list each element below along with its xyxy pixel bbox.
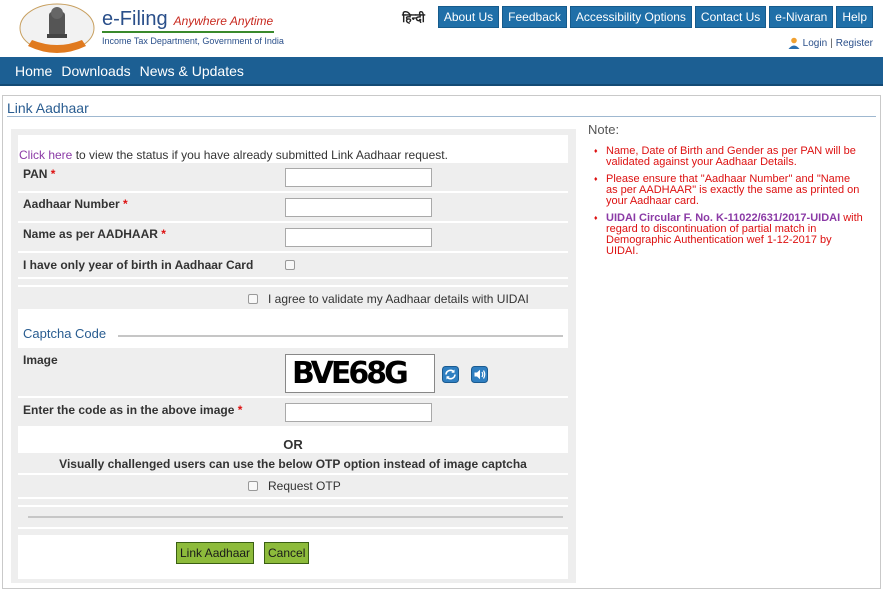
otp-info-text: Visually challenged users can use the be… — [59, 457, 527, 471]
captcha-heading: Captcha Code — [23, 326, 107, 341]
captcha-code-input[interactable] — [285, 403, 432, 422]
agree-checkbox[interactable] — [248, 294, 258, 304]
feedback-link[interactable]: Feedback — [502, 6, 567, 28]
spacer-row-3 — [18, 529, 568, 537]
nav-home[interactable]: Home — [15, 63, 52, 79]
top-navigation: हिन्दी About Us Feedback Accessibility O… — [402, 6, 873, 28]
note-item: Please ensure that "Aadhaar Number" and … — [593, 174, 863, 207]
login-bar: Login | Register — [788, 37, 873, 49]
login-link[interactable]: Login — [803, 38, 827, 49]
link-aadhaar-button[interactable]: Link Aadhaar — [176, 542, 255, 564]
page-content: Link Aadhaar Click here to view the stat… — [2, 95, 881, 589]
accessibility-options-link[interactable]: Accessibility Options — [569, 6, 692, 28]
captcha-image-row: Image BVE68G — [18, 348, 568, 398]
year-of-birth-label: I have only year of birth in Aadhaar Car… — [23, 258, 254, 272]
aadhaar-number-label: Aadhaar Number * — [23, 197, 128, 211]
nav-news-updates[interactable]: News & Updates — [140, 63, 244, 79]
speaker-icon[interactable] — [471, 366, 488, 383]
link-aadhaar-form: Click here to view the status if you hav… — [11, 129, 576, 583]
captcha-image-label: Image — [23, 353, 58, 367]
agree-label: I agree to validate my Aadhaar details w… — [268, 292, 529, 306]
register-link[interactable]: Register — [836, 38, 873, 49]
aadhaar-number-input[interactable] — [285, 198, 432, 217]
request-otp-checkbox[interactable] — [248, 481, 258, 491]
main-navigation: Home Downloads News & Updates — [0, 57, 883, 86]
login-separator: | — [830, 37, 833, 49]
refresh-icon[interactable] — [442, 366, 459, 383]
brand-tagline: Anywhere Anytime — [173, 14, 274, 28]
site-header: e-Filing Anywhere Anytime Income Tax Depa… — [0, 0, 883, 57]
brand-underline — [102, 31, 274, 33]
otp-info-row: Visually challenged users can use the be… — [18, 453, 568, 475]
notes-list: Name, Date of Birth and Gender as per PA… — [593, 146, 863, 263]
brand-subtitle: Income Tax Department, Government of Ind… — [102, 36, 284, 46]
year-of-birth-checkbox[interactable] — [285, 260, 295, 270]
pan-row: PAN * — [18, 163, 568, 193]
national-emblem-icon[interactable] — [18, 2, 96, 54]
note-item: Name, Date of Birth and Gender as per PA… — [593, 146, 863, 168]
status-text: to view the status if you have already s… — [72, 148, 448, 162]
pan-label: PAN * — [23, 167, 56, 181]
form-divider — [28, 516, 563, 518]
name-label: Name as per AADHAAR * — [23, 227, 166, 241]
rule-row — [18, 507, 568, 529]
hindi-language-link[interactable]: हिन्दी — [402, 9, 425, 26]
captcha-code-label: Enter the code as in the above image * — [23, 403, 243, 417]
form-body: Click here to view the status if you hav… — [18, 135, 568, 579]
or-separator: OR — [283, 437, 303, 452]
status-click-here-link[interactable]: Click here — [19, 148, 72, 162]
name-row: Name as per AADHAAR * — [18, 223, 568, 253]
request-otp-row: Request OTP — [18, 475, 568, 499]
page-title-divider — [7, 116, 876, 117]
note-item-circular: UIDAI Circular F. No. K-11022/631/2017-U… — [593, 213, 863, 257]
brand-title: e-Filing — [102, 8, 168, 30]
captcha-image: BVE68G — [285, 354, 435, 393]
status-line: Click here to view the status if you hav… — [19, 148, 448, 162]
nav-downloads[interactable]: Downloads — [61, 63, 130, 79]
agree-row: I agree to validate my Aadhaar details w… — [18, 287, 568, 311]
aadhaar-number-row: Aadhaar Number * — [18, 193, 568, 223]
cancel-button[interactable]: Cancel — [264, 542, 310, 564]
user-icon — [788, 37, 800, 49]
request-otp-label: Request OTP — [268, 479, 341, 493]
page-title: Link Aadhaar — [7, 100, 89, 116]
e-nivaran-link[interactable]: e-Nivaran — [769, 6, 834, 28]
pan-input[interactable] — [285, 168, 432, 187]
about-us-link[interactable]: About Us — [437, 6, 500, 28]
captcha-divider — [118, 335, 563, 337]
spacer-row — [18, 279, 568, 287]
year-of-birth-row: I have only year of birth in Aadhaar Car… — [18, 253, 568, 279]
help-link[interactable]: Help — [836, 6, 873, 28]
notes-heading: Note: — [588, 122, 620, 137]
name-input[interactable] — [285, 228, 432, 247]
brand: e-Filing Anywhere Anytime — [102, 8, 273, 31]
contact-us-link[interactable]: Contact Us — [694, 6, 767, 28]
captcha-code-row: Enter the code as in the above image * — [18, 398, 568, 428]
spacer-row-2 — [18, 499, 568, 507]
